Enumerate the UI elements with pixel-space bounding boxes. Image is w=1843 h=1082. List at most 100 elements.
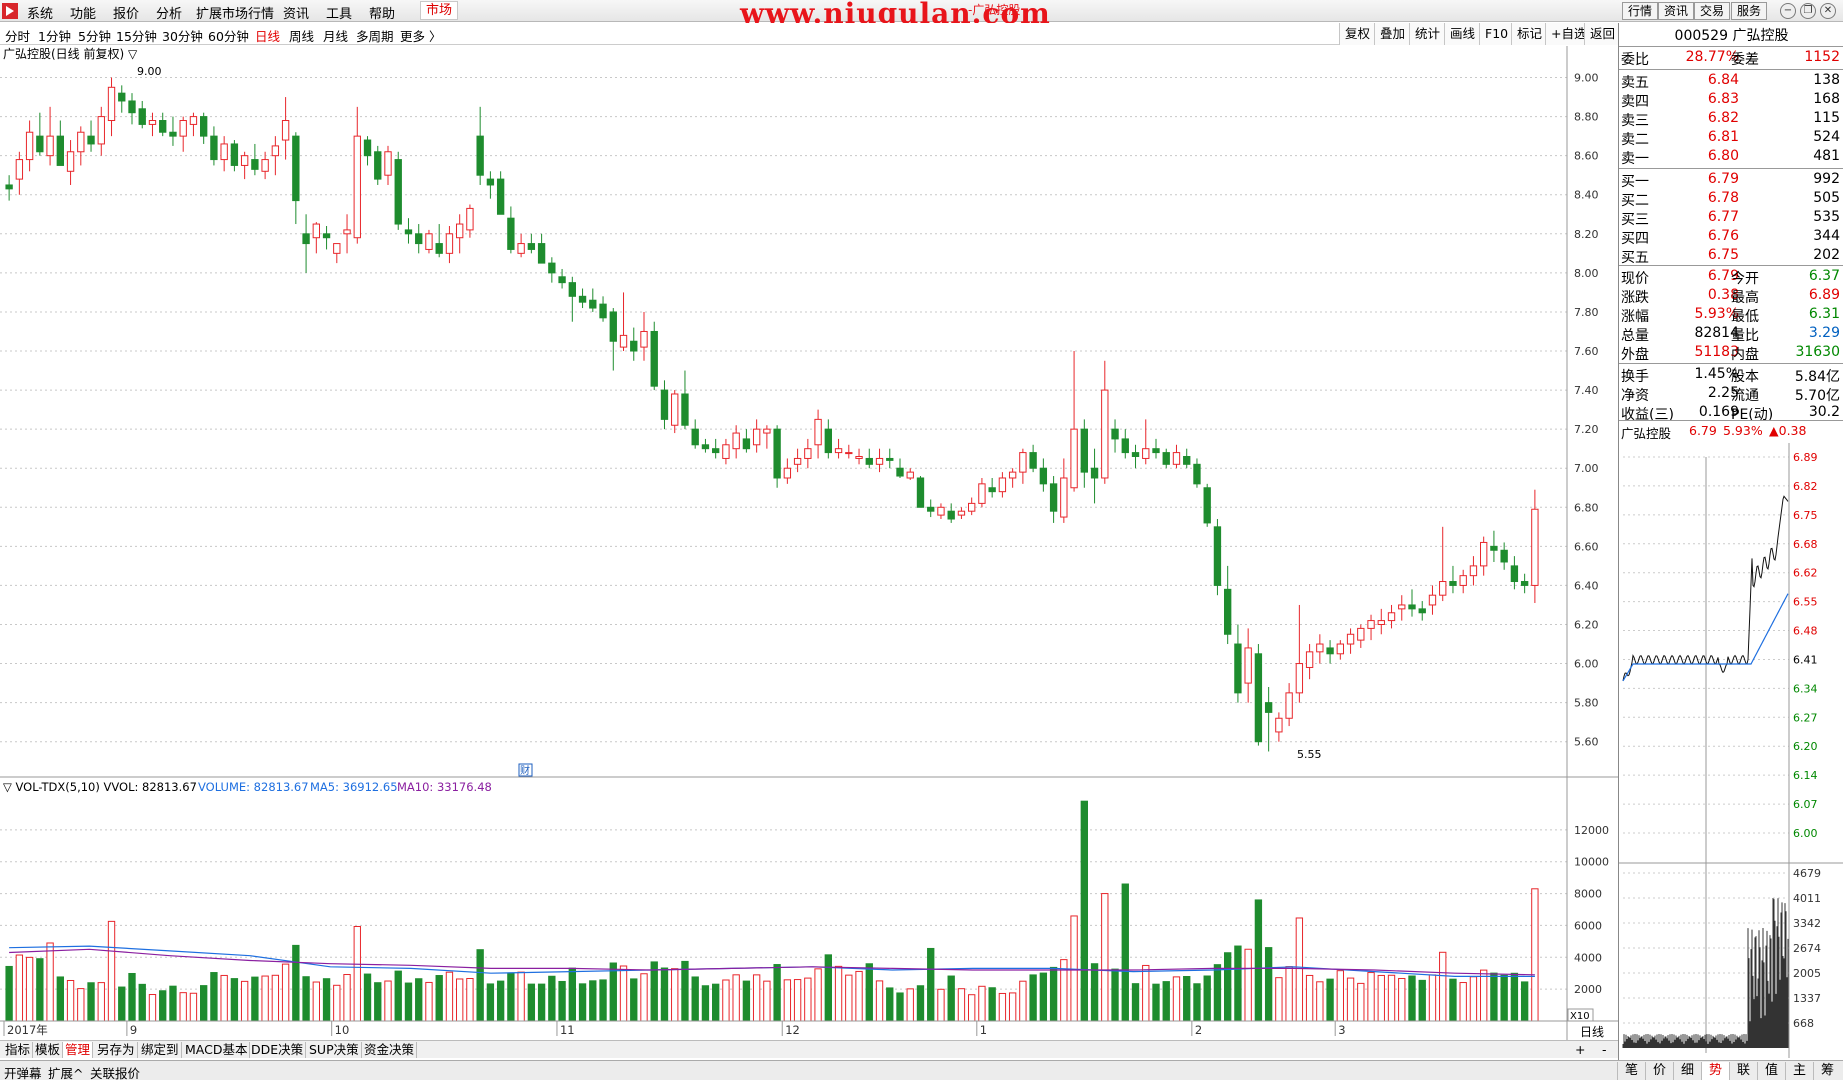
overlay-button[interactable]: 叠加 (1374, 23, 1411, 45)
candle (189, 116, 198, 125)
period-30min[interactable]: 30分钟 (162, 26, 203, 45)
menu-market-tab[interactable]: 市场 (420, 1, 459, 20)
intraday-price-tick: 6.75 (1793, 509, 1818, 522)
volume-bar (56, 976, 64, 1022)
close-icon[interactable]: ✕ (1820, 3, 1836, 19)
trade-button[interactable]: 交易 (1694, 2, 1731, 20)
tab-dde[interactable]: DDE决策 (249, 1042, 307, 1058)
app-logo-icon[interactable] (2, 3, 18, 19)
tab-sup[interactable]: SUP决策 (307, 1042, 362, 1058)
zoom-out-button[interactable]: - (1600, 1042, 1609, 1058)
volume-bar (1162, 981, 1170, 1022)
period-5min[interactable]: 5分钟 (78, 26, 111, 45)
extend-toggle[interactable]: 扩展^ (48, 1063, 83, 1082)
menu-tools[interactable]: 工具 (326, 3, 352, 22)
volume-bar (578, 983, 587, 1022)
volume-bar (1264, 947, 1273, 1022)
candle (671, 393, 679, 426)
menu-function[interactable]: 功能 (70, 3, 96, 22)
rtab-xi[interactable]: 细 (1673, 1062, 1701, 1080)
linked-quote-toggle[interactable]: 关联报价 (90, 1063, 140, 1082)
kline-chart[interactable]: 9.00 8.80 8.60 8.40 8.20 8.00 7.80 7.60 7.40 7.20… (0, 46, 1620, 1040)
volume-bar (1244, 948, 1252, 1022)
stats-button[interactable]: 统计 (1409, 23, 1446, 45)
volume-bar (589, 980, 597, 1022)
menu-ext-market[interactable]: 扩展市场行情 (196, 3, 274, 22)
menu-system[interactable]: 系统 (27, 3, 53, 22)
period-1min[interactable]: 1分钟 (38, 26, 71, 45)
candle (466, 207, 474, 231)
volume-bar (1336, 970, 1344, 1022)
candle (1111, 428, 1119, 440)
price-tick: 5.60 (1574, 736, 1599, 749)
volume-bar (875, 980, 884, 1022)
volume-bar (886, 987, 894, 1022)
intraday-volume-tick: 1337 (1793, 992, 1821, 1005)
rtab-chou[interactable]: 筹 (1813, 1062, 1841, 1080)
period-daily[interactable]: 日线 (255, 26, 280, 45)
menu-analysis[interactable]: 分析 (156, 3, 182, 22)
bid-row: 买一 6.79 992 (1621, 171, 1840, 190)
service-button[interactable]: 服务 (1731, 2, 1768, 20)
intraday-price-tick: 6.55 (1793, 596, 1818, 609)
candle (752, 428, 761, 446)
period-more[interactable]: 更多 〉 (400, 26, 441, 45)
rtab-shi[interactable]: 势 (1701, 1062, 1729, 1080)
menu-help[interactable]: 帮助 (369, 3, 395, 22)
rtab-zhi[interactable]: 值 (1757, 1062, 1785, 1080)
tab-save-as[interactable]: 另存为 (95, 1042, 138, 1058)
back-button[interactable]: 返回 (1584, 23, 1620, 45)
menu-news[interactable]: 资讯 (283, 3, 309, 22)
news-button[interactable]: 资讯 (1658, 2, 1695, 20)
period-15min[interactable]: 15分钟 (116, 26, 157, 45)
danmaku-toggle[interactable]: 开弹幕 (4, 1063, 42, 1082)
volume-bar (200, 985, 208, 1022)
restore-icon[interactable]: ❐ (1800, 3, 1816, 19)
fuquan-button[interactable]: 复权 (1339, 23, 1376, 45)
period-60min[interactable]: 60分钟 (208, 26, 249, 45)
rtab-jia[interactable]: 价 (1645, 1062, 1673, 1080)
tab-capital[interactable]: 资金决策 (362, 1042, 418, 1058)
mark-button[interactable]: 标记 (1511, 23, 1548, 45)
candle (609, 311, 617, 342)
zoom-in-button[interactable]: + (1573, 1042, 1587, 1058)
intraday-chart[interactable]: 6.89 6.82 6.75 6.68 6.62 6.55 6.48 6.41 6.34 6.27… (1619, 443, 1843, 1058)
rtab-zhu[interactable]: 主 (1785, 1062, 1813, 1080)
period-multi[interactable]: 多周期 (356, 26, 394, 45)
f10-button[interactable]: F10 (1479, 23, 1514, 45)
volume-bar (1316, 981, 1324, 1022)
kline-chart-area[interactable]: 9.00 8.80 8.60 8.40 8.20 8.00 7.80 7.60 7.40 7.20… (0, 46, 1620, 1040)
candle (36, 135, 44, 153)
volume-bar (845, 974, 853, 1022)
volume-bar (988, 987, 996, 1022)
stat-row: 外盘 51183 内盘 31630 (1621, 344, 1840, 363)
candle (578, 295, 587, 303)
period-monthly[interactable]: 月线 (323, 26, 348, 45)
volume-bar (537, 983, 546, 1022)
period-fenshi[interactable]: 分时 (5, 26, 30, 45)
tab-template[interactable]: 模板 (33, 1042, 64, 1058)
period-weekly[interactable]: 周线 (289, 26, 314, 45)
volume-bar (814, 968, 822, 1022)
financial-report-badge[interactable]: 财 (520, 764, 530, 777)
rtab-bi[interactable]: 笔 (1617, 1062, 1645, 1080)
rtab-lian[interactable]: 联 (1729, 1062, 1757, 1080)
candle (456, 223, 464, 239)
quote-button[interactable]: 行情 (1622, 2, 1659, 20)
candle (1520, 581, 1529, 586)
draw-line-button[interactable]: 画线 (1444, 23, 1481, 45)
tab-manage[interactable]: 管理 (63, 1042, 94, 1058)
candle (1510, 565, 1519, 583)
volume-bar (466, 977, 474, 1022)
tab-indicator[interactable]: 指标 (3, 1042, 34, 1058)
tab-macd[interactable]: MACD基本 (183, 1042, 251, 1058)
volume-bar (701, 985, 710, 1022)
volume-bar (1439, 951, 1447, 1022)
minimize-icon[interactable]: − (1780, 3, 1796, 19)
menu-quote[interactable]: 报价 (113, 3, 139, 22)
stat-row: 总量 82814 量比 3.29 (1621, 325, 1840, 344)
price-tick: 8.40 (1574, 189, 1599, 202)
volume-bar (1029, 974, 1037, 1022)
candle (875, 457, 884, 465)
tab-bind-to[interactable]: 绑定到 (139, 1042, 182, 1058)
